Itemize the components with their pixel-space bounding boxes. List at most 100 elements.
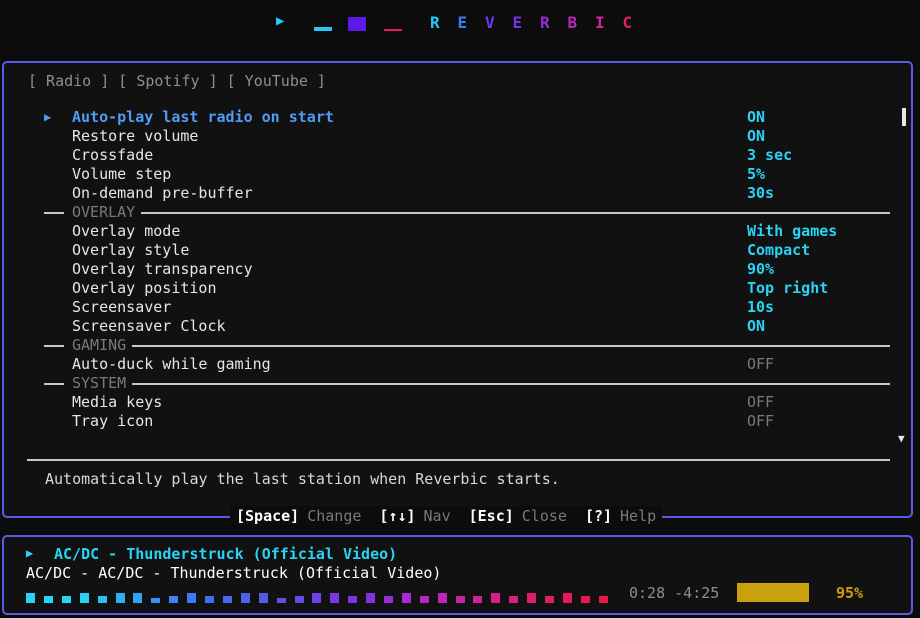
visualizer-bar — [62, 596, 71, 603]
setting-value[interactable]: ON — [747, 317, 765, 336]
setting-row[interactable]: Volume step 5% — [4, 165, 909, 184]
title-letter: E — [512, 13, 523, 32]
play-icon: ▶ — [276, 13, 285, 29]
help-action: Help — [620, 507, 657, 525]
scroll-down-icon[interactable]: ▼ — [898, 432, 905, 445]
section-label: GAMING — [72, 336, 127, 354]
setting-row[interactable]: Overlay position Top right — [4, 279, 909, 298]
visualizer-bar — [26, 593, 35, 603]
setting-row[interactable]: Crossfade 3 sec — [4, 146, 909, 165]
esc-key: [Esc] — [468, 507, 514, 525]
setting-row[interactable]: Overlay style Compact — [4, 241, 909, 260]
setting-value[interactable]: With games — [747, 222, 837, 241]
visualizer-bar — [151, 598, 160, 603]
track-title: AC/DC - Thunderstruck (Official Video) — [54, 545, 398, 563]
visualizer-bar — [44, 596, 53, 603]
visualizer-bar — [545, 596, 554, 603]
setting-value[interactable]: OFF — [747, 355, 774, 374]
visualizer-bar — [295, 596, 304, 603]
setting-label: Crossfade — [72, 146, 154, 164]
setting-value[interactable]: 10s — [747, 298, 774, 317]
title-letter: E — [457, 13, 468, 32]
volume-percent: 95% — [836, 584, 864, 602]
tab-youtube[interactable]: [ YouTube ] — [227, 72, 326, 90]
setting-value[interactable]: 3 sec — [747, 146, 792, 165]
nav-action: Nav — [423, 507, 451, 525]
close-action: Close — [521, 507, 567, 525]
setting-label: Auto-duck while gaming — [72, 355, 271, 373]
setting-row[interactable]: Auto-duck while gaming OFF — [4, 355, 909, 374]
setting-row[interactable]: Screensaver Clock ON — [4, 317, 909, 336]
volume-bar[interactable] — [737, 583, 809, 602]
setting-label: Restore volume — [72, 127, 199, 145]
tab-spotify[interactable]: [ Spotify ] — [118, 72, 217, 90]
visualizer-bar — [241, 593, 250, 603]
section-header-gaming: GAMING — [4, 336, 909, 355]
section-rule — [132, 383, 890, 385]
setting-value[interactable]: 30s — [747, 184, 774, 203]
now-playing-panel: ▶ AC/DC - Thunderstruck (Official Video)… — [2, 535, 913, 615]
setting-row[interactable]: Overlay mode With games — [4, 222, 909, 241]
setting-label: Overlay transparency — [72, 260, 253, 278]
setting-label: Screensaver — [72, 298, 172, 316]
visualizer-bar — [563, 593, 572, 603]
setting-value[interactable]: 5% — [747, 165, 765, 184]
setting-row[interactable]: On-demand pre-buffer 30s — [4, 184, 909, 203]
title-letter: B — [567, 13, 578, 32]
settings-list: ▶ Auto-play last radio on start ON Restore … — [4, 108, 909, 431]
play-icon: ▶ — [26, 546, 34, 560]
visualizer-bar — [259, 593, 268, 603]
audio-visualizer — [26, 589, 616, 603]
visualizer-bar — [330, 593, 339, 603]
title-letter: C — [622, 13, 633, 32]
visualizer-bar — [187, 593, 196, 603]
track-subtitle: AC/DC - AC/DC - Thunderstruck (Official … — [26, 564, 442, 582]
title-letter: I — [595, 13, 605, 32]
track-time: 0:28 -4:25 — [629, 584, 720, 602]
setting-label: Screensaver Clock — [72, 317, 226, 335]
visualizer-bar — [366, 593, 375, 603]
setting-value[interactable]: OFF — [747, 393, 774, 412]
visualizer-bar — [509, 596, 518, 603]
setting-row[interactable]: ▶ Auto-play last radio on start ON — [4, 108, 909, 127]
change-action: Change — [307, 507, 362, 525]
setting-value[interactable]: 90% — [747, 260, 774, 279]
visualizer-bar — [205, 596, 214, 603]
setting-value[interactable]: ON — [747, 108, 765, 127]
scrollbar-thumb[interactable] — [902, 108, 906, 126]
setting-value[interactable]: ON — [747, 127, 765, 146]
setting-row[interactable]: Media keys OFF — [4, 393, 909, 412]
setting-row[interactable]: Overlay transparency 90% — [4, 260, 909, 279]
setting-value[interactable]: OFF — [747, 412, 774, 431]
settings-panel: [ Radio ] [ Spotify ] [ YouTube ] ▶ Auto-… — [2, 61, 913, 518]
visualizer-bar — [80, 593, 89, 603]
section-label: OVERLAY — [72, 203, 136, 221]
visualizer-bar — [277, 598, 286, 603]
logo-bar — [314, 27, 332, 31]
visualizer-bar — [402, 593, 411, 603]
section-rule — [44, 345, 64, 347]
setting-label: On-demand pre-buffer — [72, 184, 253, 202]
setting-row[interactable]: Screensaver 10s — [4, 298, 909, 317]
section-header-system: SYSTEM — [4, 374, 909, 393]
setting-label: Overlay position — [72, 279, 217, 297]
setting-value[interactable]: Top right — [747, 279, 828, 298]
logo-bar — [348, 17, 366, 31]
app-header: ▶ REVERBIC — [0, 0, 920, 50]
visualizer-bar — [348, 596, 357, 603]
tab-radio[interactable]: [ Radio ] — [28, 72, 109, 90]
section-rule — [44, 212, 64, 214]
visualizer-bar — [527, 593, 536, 603]
setting-label: Overlay mode — [72, 222, 181, 240]
setting-row[interactable]: Restore volume ON — [4, 127, 909, 146]
visualizer-bar — [420, 596, 429, 603]
setting-value[interactable]: Compact — [747, 241, 810, 260]
setting-row[interactable]: Tray icon OFF — [4, 412, 909, 431]
setting-label: Tray icon — [72, 412, 154, 430]
nav-key: [↑↓] — [379, 507, 416, 525]
section-rule — [132, 345, 890, 347]
tab-bar: [ Radio ] [ Spotify ] [ YouTube ] — [28, 72, 335, 90]
app-title: REVERBIC — [430, 13, 650, 32]
section-label: SYSTEM — [72, 374, 127, 392]
setting-label: Media keys — [72, 393, 163, 411]
